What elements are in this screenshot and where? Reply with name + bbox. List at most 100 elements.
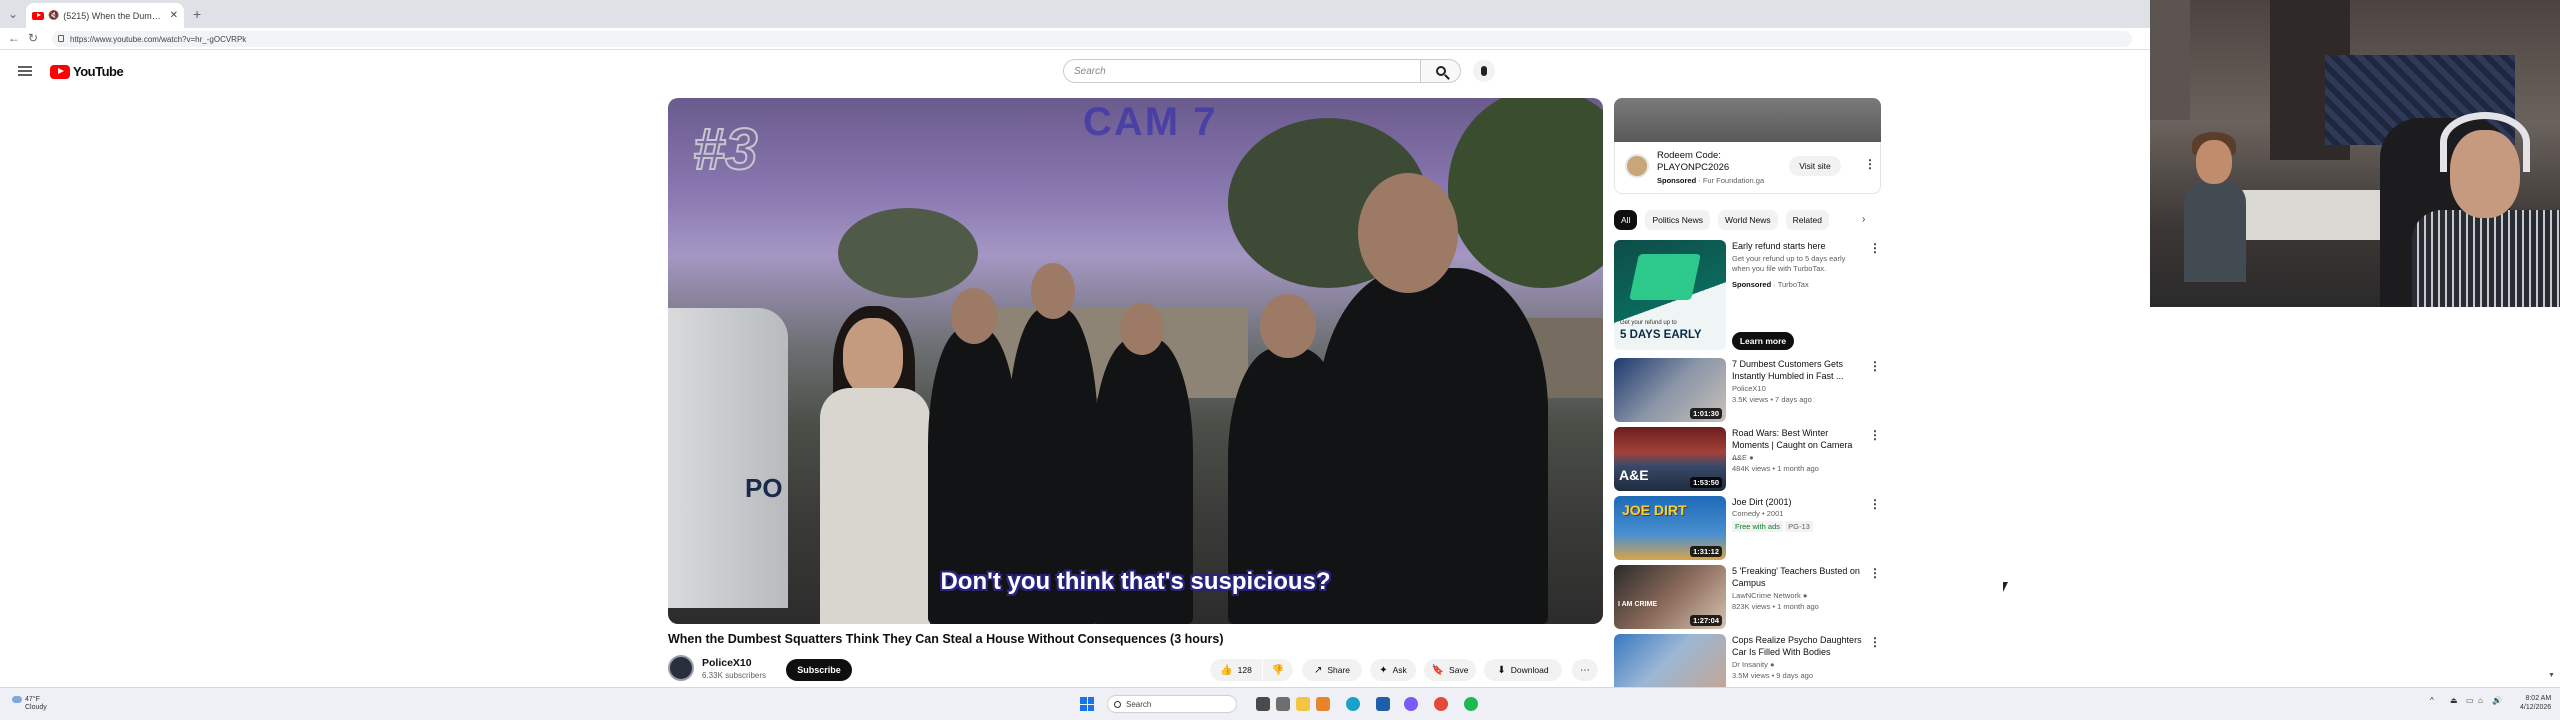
chrome-icon[interactable] [1434,697,1448,711]
streamer-figure [2412,210,2560,307]
ask-button[interactable]: ✦ Ask [1370,659,1416,681]
tray-overflow-icon[interactable]: ^ [2430,696,2434,705]
subscribe-button[interactable]: Subscribe [786,659,852,681]
office-icon[interactable] [1316,697,1330,711]
recommendation-channel[interactable]: A&E ● [1732,453,1754,462]
chip-all[interactable]: All [1614,210,1638,230]
thumbs-up-icon: 👍 [1220,664,1233,676]
like-count: 128 [1237,665,1252,675]
recommendation-item[interactable]: JOE DIRT 1:31:12 Joe Dirt (2001) Comedy … [1614,496,1881,560]
item-more-icon[interactable]: ⋮ [1869,360,1881,372]
display-icon[interactable]: ▭ [2466,696,2474,705]
camera-label: CAM 7 [1083,100,1218,144]
ad-meta: Sponsored · Fur Foundation.ga [1657,176,1765,185]
officer-head [1120,303,1164,355]
recommendation-title: 5 'Freaking' Teachers Busted on Campus [1732,566,1860,588]
reload-icon[interactable]: ↻ [28,32,38,44]
ad-banner-image[interactable] [1614,98,1881,142]
more-horizontal-icon: ⋯ [1580,664,1590,676]
search-input[interactable]: Search [1063,59,1421,83]
ad-more-icon[interactable]: ⋮ [1864,158,1876,170]
subscriber-count: 6.33K subscribers [702,671,767,680]
edge-icon[interactable] [1346,697,1360,711]
recommendation-channel[interactable]: PoliceX10 [1732,384,1766,393]
weather-widget[interactable]: 47°F Cloudy [12,696,47,712]
promo-thumb-subtext: Get your refund up to [1620,320,1677,326]
download-icon: ⬇ [1497,664,1506,676]
recommendation-channel[interactable]: Dr Insanity ● [1732,660,1774,669]
share-icon: ↗ [1313,664,1323,676]
url-field[interactable]: https://www.youtube.com/watch?v=hr_-gOCV… [52,31,2132,47]
youtube-wordmark: YouTube [73,64,124,79]
item-more-icon[interactable]: ⋮ [1869,498,1881,510]
recommendation-item[interactable]: A&E 1:53:50 Road Wars: Best Winter Momen… [1614,427,1881,491]
usb-icon[interactable]: ⏏ [2450,696,2458,705]
youtube-logo[interactable]: YouTube [50,64,124,79]
save-button[interactable]: 🔖 Save [1424,659,1476,681]
chevron-right-icon[interactable]: › [1862,214,1865,225]
promo-graphic [1629,254,1701,300]
promo-more-icon[interactable]: ⋮ [1869,242,1881,254]
promo-title: Early refund starts here [1732,241,1826,251]
windows-start-icon[interactable] [1080,697,1094,711]
recommendation-item[interactable]: Cops Realize Psycho Daughters Car Is Fil… [1614,634,1881,688]
temperature: 47°F [25,696,40,703]
spotify-icon[interactable] [1464,697,1478,711]
recommendation-title: Cops Realize Psycho Daughters Car Is Fil… [1732,635,1862,657]
more-actions-button[interactable]: ⋯ [1572,659,1598,681]
address-bar-row: ← ↻ https://www.youtube.com/watch?v=hr_-… [0,28,2150,50]
recommendation-item[interactable]: 1:01:30 7 Dumbest Customers Gets Instant… [1614,358,1881,422]
promo-brand: TurboTax [1777,280,1809,289]
like-button[interactable]: 👍 128 [1210,659,1262,681]
browser-tab-bar: ⌄ 🔇 (5215) When the Dumbest S... ✕ + [0,0,2150,28]
learn-more-button[interactable]: Learn more [1732,332,1794,350]
taskbar-search[interactable]: Search [1107,695,1237,713]
terminal-icon[interactable] [1276,697,1290,711]
back-arrow-icon[interactable]: ← [8,32,20,44]
officer-head [951,288,997,344]
dislike-button[interactable]: 👎 [1263,659,1293,681]
video-title: When the Dumbest Squatters Think They Ca… [668,632,1224,646]
visit-site-button[interactable]: Visit site [1789,156,1841,176]
windows-taskbar: 47°F Cloudy Search ^ ⏏ ▭ ⌂ 🔊 8:02 AM 4/1… [0,687,2560,720]
network-icon[interactable]: ⌂ [2478,696,2483,705]
ad-card[interactable]: Rodeem Code: PLAYONPC2026 Sponsored · Fu… [1614,142,1881,194]
volume-icon[interactable]: 🔊 [2492,696,2502,705]
channel-name[interactable]: PoliceX10 [702,657,752,669]
recommendation-tags: Free with ads PG-13 [1732,521,1813,532]
verified-icon: ● [1749,453,1754,462]
file-explorer-icon[interactable] [1296,697,1310,711]
chip-related[interactable]: Related [1785,210,1829,230]
voice-search-button[interactable] [1473,60,1495,82]
menu-icon[interactable] [18,66,32,76]
store-icon[interactable] [1376,697,1390,711]
tab-list-chevron-icon[interactable]: ⌄ [8,8,18,20]
promo-item[interactable]: Get your refund up to 5 DAYS EARLY Early… [1614,240,1881,352]
browser-tab[interactable]: 🔇 (5215) When the Dumbest S... ✕ [26,3,184,28]
tree-decor [838,208,978,298]
scroll-down-arrow-icon[interactable]: ▼ [2548,672,2555,679]
new-tab-icon[interactable]: + [193,7,201,21]
thumbs-down-icon: 👎 [1271,664,1285,676]
video-thumbnail: JOE DIRT 1:31:12 [1614,496,1726,560]
item-more-icon[interactable]: ⋮ [1869,567,1881,579]
item-more-icon[interactable]: ⋮ [1869,636,1881,648]
channel-avatar[interactable] [668,655,694,681]
system-clock[interactable]: 8:02 AM 4/12/2026 [2520,694,2551,712]
search-button[interactable] [1421,59,1461,83]
free-tag: Free with ads [1732,521,1784,532]
share-button[interactable]: ↗ Share [1302,659,1362,681]
clock-date: 4/12/2026 [2520,704,2552,711]
mute-icon[interactable]: 🔇 [48,10,59,21]
recommendation-channel[interactable]: LawNCrime Network ● [1732,591,1807,600]
download-button[interactable]: ⬇ Download [1484,659,1562,681]
messaging-icon[interactable] [1404,697,1418,711]
video-player[interactable]: PO #3 CAM 7 Don't you think that's suspi… [668,98,1603,624]
chip-world-news[interactable]: World News [1718,210,1778,230]
task-view-icon[interactable] [1256,697,1270,711]
item-more-icon[interactable]: ⋮ [1869,429,1881,441]
close-tab-icon[interactable]: ✕ [170,10,178,21]
recommendation-item[interactable]: I AM CRIME 1:27:04 5 'Freaking' Teachers… [1614,565,1881,629]
microphone-icon [1481,66,1487,76]
chip-politics-news[interactable]: Politics News [1645,210,1710,230]
